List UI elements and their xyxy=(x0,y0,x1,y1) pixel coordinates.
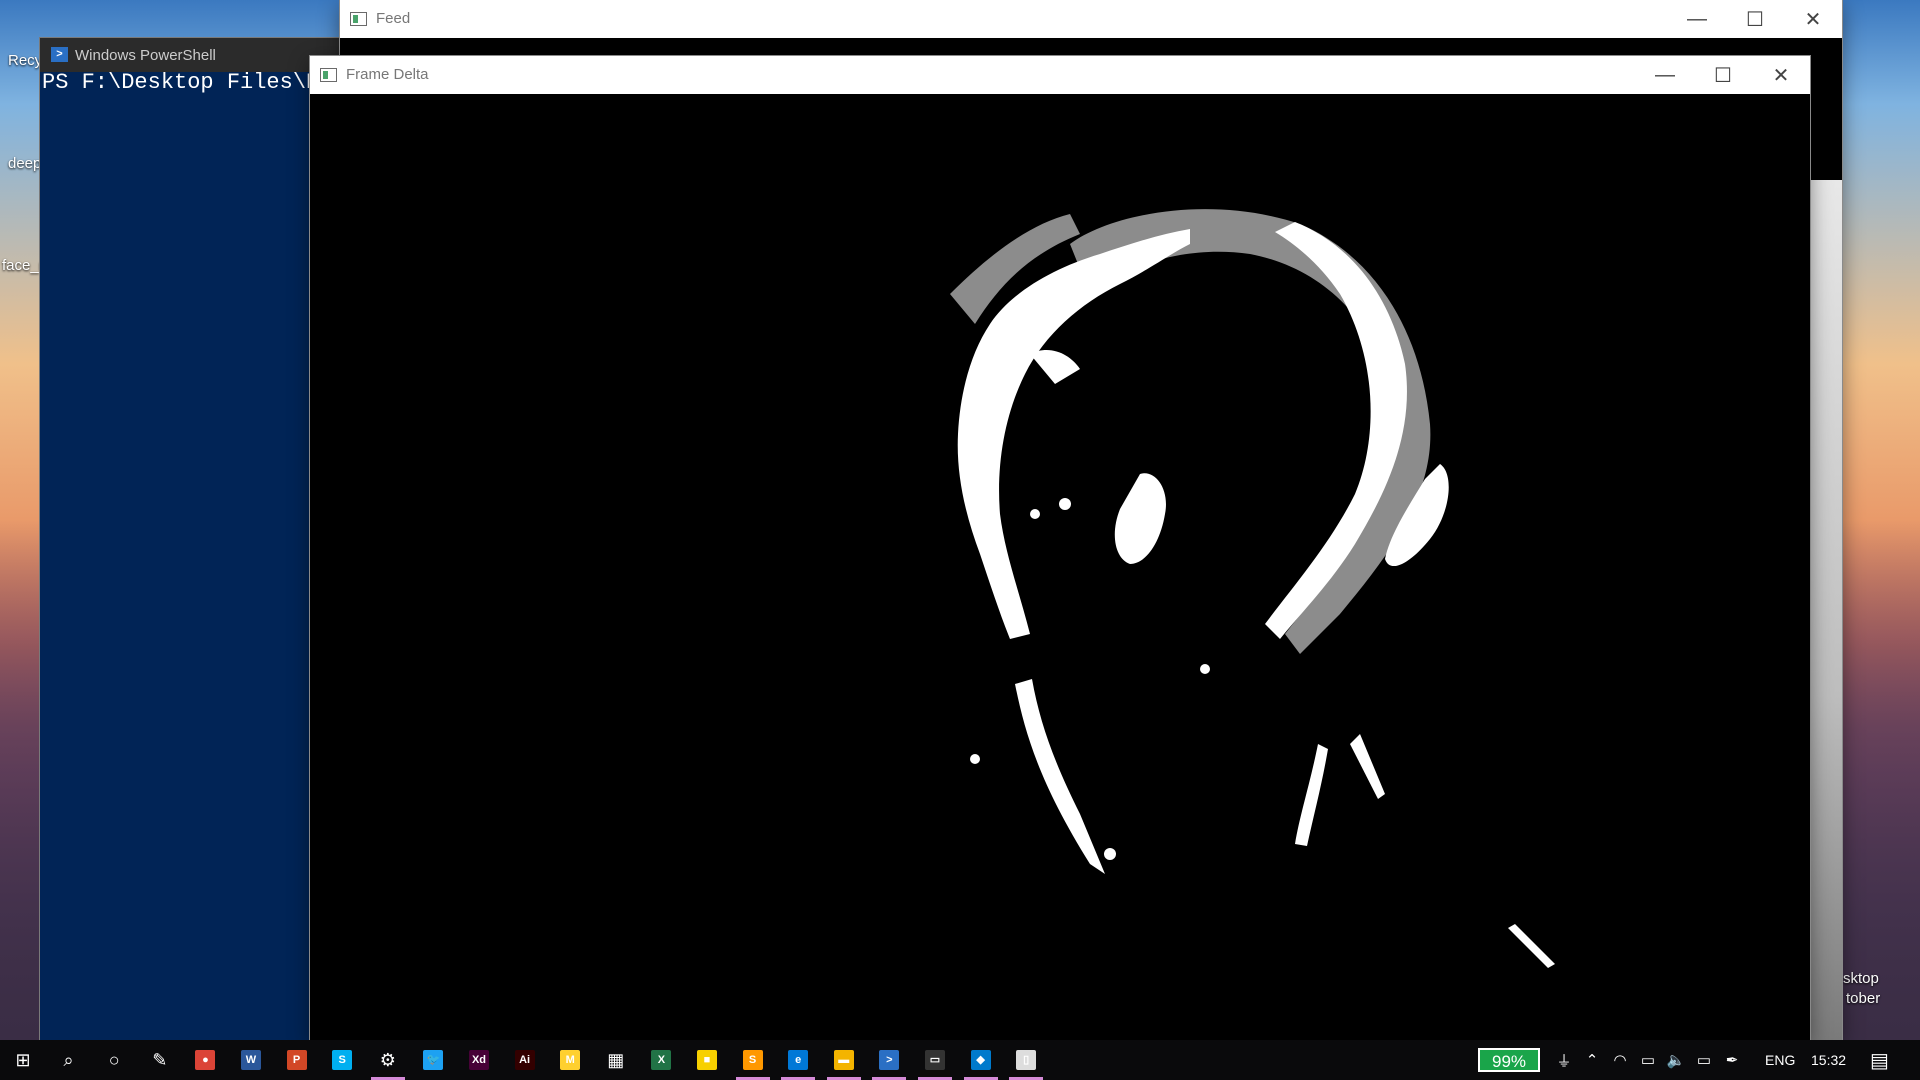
battery-indicator[interactable]: 99% xyxy=(1478,1048,1540,1072)
skype-icon-glyph: S xyxy=(332,1050,353,1070)
sticky-notes-icon-glyph: ■ xyxy=(697,1050,717,1070)
pen-tray-icon[interactable]: ✒ xyxy=(1718,1051,1746,1069)
desktop-icon-tober[interactable]: tober xyxy=(1846,990,1880,1007)
cortana-icon-glyph: ○ xyxy=(108,1049,120,1070)
desktop-icon-deep[interactable]: deep xyxy=(8,155,41,172)
calculator-icon-glyph: ▦ xyxy=(607,1049,625,1070)
file-explorer-icon[interactable]: ▬ xyxy=(821,1040,867,1080)
sublime-icon[interactable]: S xyxy=(730,1040,776,1080)
frame-delta-canvas xyxy=(310,94,1810,1040)
search-icon[interactable]: ⌕ xyxy=(46,1040,92,1080)
power-plug-icon[interactable]: ⏚ xyxy=(1550,1050,1578,1071)
terminal-icon[interactable]: ▭ xyxy=(912,1040,958,1080)
volume-icon[interactable]: 🔈 xyxy=(1662,1051,1690,1069)
chevron-up-icon[interactable]: ⌃ xyxy=(1578,1051,1606,1069)
powershell-icon-glyph: > xyxy=(879,1050,900,1070)
wifi-icon[interactable]: ◠ xyxy=(1606,1051,1634,1069)
excel-icon[interactable]: X xyxy=(638,1040,684,1080)
excel-icon-glyph: X xyxy=(651,1050,672,1070)
taskbar: ⊞ ⌕ ○ ✎ ● W P S ⚙ 🐦 Xd Ai M ▦ X ■ Se ▬ > ▭ ◆ ▯ 99% ⏚ ⌃ ◠ ▭ 🔈 … xyxy=(0,1040,1920,1080)
frame-delta-title: Frame Delta xyxy=(346,66,429,83)
windows-start-icon-glyph: ⊞ xyxy=(15,1049,31,1070)
terminal-icon-glyph: ▭ xyxy=(925,1050,945,1070)
cortana-icon[interactable]: ○ xyxy=(91,1040,137,1080)
windows-start-icon[interactable]: ⊞ xyxy=(0,1040,46,1080)
search-icon-glyph: ⌕ xyxy=(63,1049,74,1070)
xd-icon[interactable]: Xd xyxy=(456,1040,502,1080)
calculator-icon[interactable]: ▦ xyxy=(593,1040,639,1080)
desktop-icon-face[interactable]: face_r xyxy=(2,257,44,274)
twitter-icon[interactable]: 🐦 xyxy=(410,1040,456,1080)
system-tray: ⏚ ⌃ ◠ ▭ 🔈 ▭ ✒ xyxy=(1550,1040,1746,1080)
feed-title: Feed xyxy=(376,10,411,27)
powershell-prompt[interactable]: PS F:\Desktop Files\Dra xyxy=(42,70,340,95)
twitter-icon-glyph: 🐦 xyxy=(423,1050,444,1070)
sticky-notes-icon[interactable]: ■ xyxy=(684,1040,730,1080)
skype-icon[interactable]: S xyxy=(319,1040,365,1080)
powershell-window[interactable]: > Windows PowerShell PS F:\Desktop Files… xyxy=(40,38,340,1040)
chrome-icon-glyph: ● xyxy=(195,1050,216,1070)
feed-image-strip xyxy=(1810,180,1842,1040)
edge-icon[interactable]: e xyxy=(775,1040,821,1080)
vscode-icon[interactable]: ◆ xyxy=(958,1040,1004,1080)
vscode-icon-glyph: ◆ xyxy=(970,1050,991,1070)
battery-icon[interactable]: ▭ xyxy=(1690,1051,1718,1069)
pen-icon-glyph: ✎ xyxy=(152,1049,168,1070)
desktop-icon-sktop[interactable]: sktop xyxy=(1843,970,1879,987)
clock[interactable]: 15:32 xyxy=(1811,1040,1846,1080)
settings-icon-glyph: ⚙ xyxy=(379,1049,396,1070)
sublime-icon-glyph: S xyxy=(742,1050,763,1070)
motion-mask-image xyxy=(950,209,1555,968)
language-indicator[interactable]: ENG xyxy=(1765,1040,1795,1080)
close-button[interactable]: ✕ xyxy=(1752,56,1810,94)
word-icon[interactable]: W xyxy=(228,1040,274,1080)
xd-icon-glyph: Xd xyxy=(469,1050,489,1070)
notifications-icon[interactable]: ▤ xyxy=(1870,1040,1889,1080)
window-app-icon xyxy=(350,12,367,26)
window-app-icon xyxy=(320,68,337,82)
miro-icon-glyph: M xyxy=(560,1050,581,1070)
miro-icon[interactable]: M xyxy=(547,1040,593,1080)
illustrator-icon-glyph: Ai xyxy=(514,1050,535,1070)
feed-titlebar[interactable]: Feed — ☐ ✕ xyxy=(340,0,1842,38)
maximize-button[interactable]: ☐ xyxy=(1694,56,1752,94)
powershell-title: Windows PowerShell xyxy=(75,47,216,64)
maximize-button[interactable]: ☐ xyxy=(1726,0,1784,38)
desktop-icon-recycle-bin[interactable]: Recy xyxy=(8,52,42,69)
frame-delta-titlebar[interactable]: Frame Delta — ☐ ✕ xyxy=(310,56,1810,94)
powershell-icon[interactable]: > xyxy=(866,1040,912,1080)
settings-icon[interactable]: ⚙ xyxy=(365,1040,411,1080)
illustrator-icon[interactable]: Ai xyxy=(502,1040,548,1080)
powershell-icon: > xyxy=(51,47,68,62)
minimize-button[interactable]: — xyxy=(1668,0,1726,38)
chrome-icon[interactable]: ● xyxy=(182,1040,228,1080)
notepad-icon[interactable]: ▯ xyxy=(1003,1040,1049,1080)
edge-icon-glyph: e xyxy=(788,1050,809,1070)
frame-delta-window[interactable]: Frame Delta — ☐ ✕ xyxy=(310,56,1810,1040)
powerpoint-icon[interactable]: P xyxy=(274,1040,320,1080)
file-explorer-icon-glyph: ▬ xyxy=(833,1050,854,1070)
notepad-icon-glyph: ▯ xyxy=(1016,1050,1037,1070)
word-icon-glyph: W xyxy=(241,1050,261,1070)
pen-icon[interactable]: ✎ xyxy=(137,1040,183,1080)
minimize-button[interactable]: — xyxy=(1636,56,1694,94)
powerpoint-icon-glyph: P xyxy=(286,1050,307,1070)
network-icon[interactable]: ▭ xyxy=(1634,1051,1662,1069)
powershell-titlebar[interactable]: > Windows PowerShell xyxy=(40,38,340,72)
close-button[interactable]: ✕ xyxy=(1784,0,1842,38)
